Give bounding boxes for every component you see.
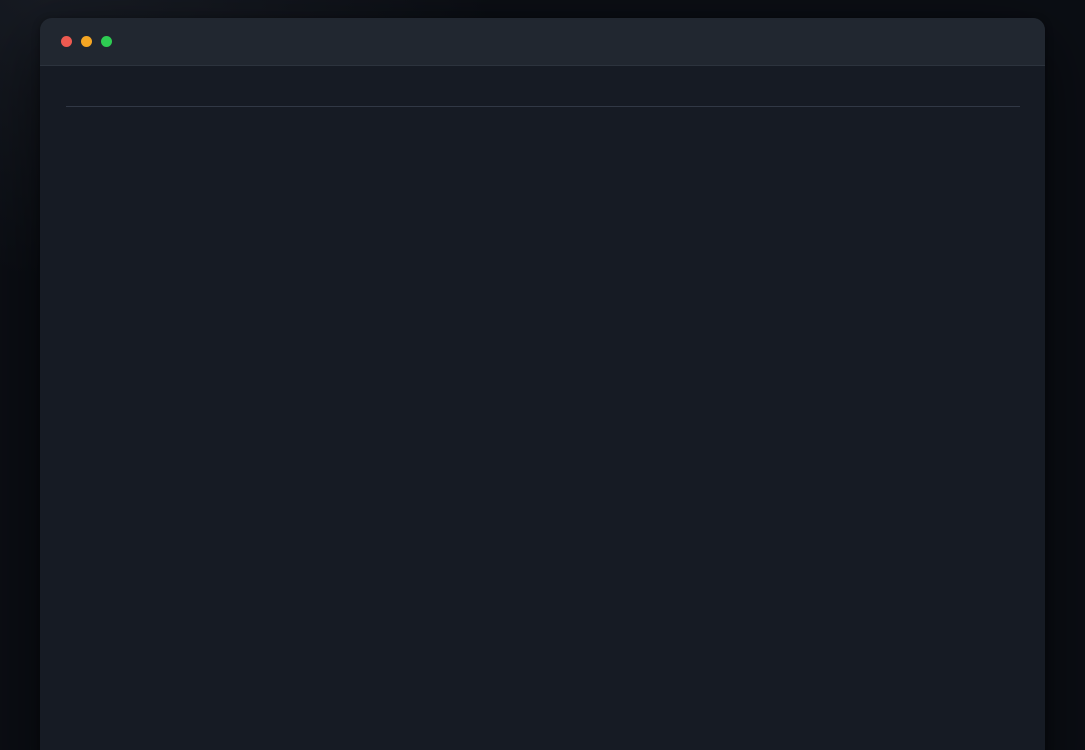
titlebar[interactable] [40,18,1045,66]
minimize-button[interactable] [81,36,92,47]
window-controls [61,18,112,65]
close-button[interactable] [61,36,72,47]
terminal-window [40,18,1045,750]
table-divider [66,106,1020,107]
maximize-button[interactable] [101,36,112,47]
desktop-background [0,0,1085,750]
terminal-content[interactable] [40,66,1045,107]
